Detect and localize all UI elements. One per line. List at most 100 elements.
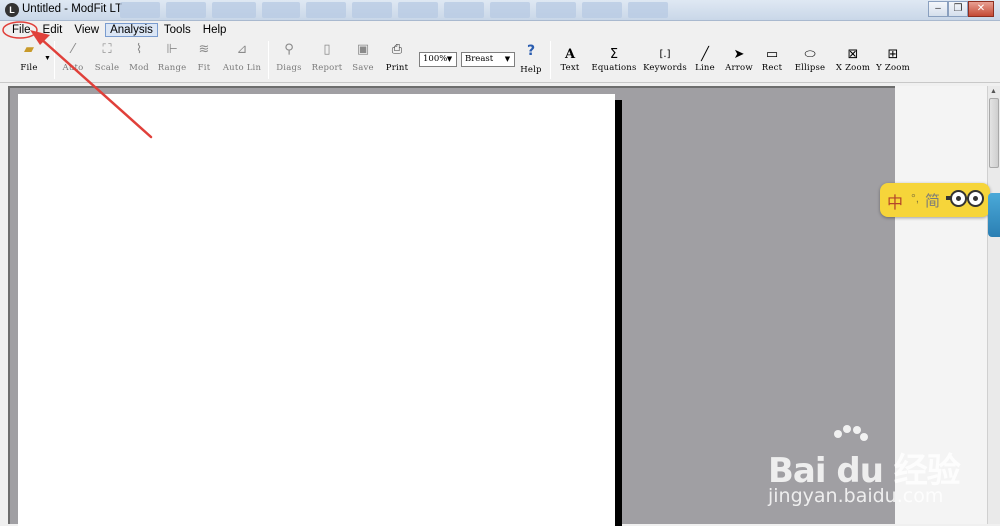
chevron-down-icon: ▼ xyxy=(504,55,511,63)
y-zoom-icon: ⊞ xyxy=(887,46,899,62)
report-button[interactable]: ▯ Report xyxy=(312,41,342,79)
menu-tools[interactable]: Tools xyxy=(158,23,197,37)
diagnostics-icon: ⚲ xyxy=(284,41,294,57)
chevron-down-icon: ▼ xyxy=(446,55,453,63)
mod-button-label: Mod xyxy=(129,63,149,73)
save-icon: ▣ xyxy=(356,41,370,57)
vertical-scrollbar[interactable]: ▲ xyxy=(987,86,1000,524)
rect-button-label: Rect xyxy=(761,63,783,73)
modfit-window: L Untitled - ModFit LT – ❐ ✕ File Edit V… xyxy=(0,0,1000,526)
arrow-button[interactable]: ➤ Arrow xyxy=(725,46,753,84)
help-button[interactable]: ? Help xyxy=(520,43,542,81)
equations-button-label: Equations xyxy=(591,63,637,73)
rect-button[interactable]: ▭ Rect xyxy=(761,46,783,84)
brackets-icon: [.] xyxy=(659,48,671,60)
watermark-url: jingyan.baidu.com xyxy=(768,485,944,507)
scale-icon: ⛶ xyxy=(102,41,112,57)
autolin-button-label: Auto Lin xyxy=(222,63,262,73)
fit-button[interactable]: ≋ Fit xyxy=(194,41,214,79)
ime-side-tab[interactable] xyxy=(988,193,1000,237)
ime-punctuation-label[interactable]: °, xyxy=(911,191,919,205)
ellipse-button-label: Ellipse xyxy=(794,63,826,73)
autolin-button[interactable]: ⊿ Auto Lin xyxy=(222,41,262,79)
save-button[interactable]: ▣ Save xyxy=(352,41,374,79)
text-button-label: Text xyxy=(560,63,580,73)
x-zoom-button-label: X Zoom xyxy=(835,63,871,73)
mod-button[interactable]: ⌇ Mod xyxy=(128,41,150,79)
scale-button-label: Scale xyxy=(94,63,120,73)
ime-toolbar[interactable]: 中 °, 简 xyxy=(880,183,990,217)
print-button[interactable]: ⎙ Print xyxy=(384,41,410,79)
text-icon: A xyxy=(564,46,576,62)
magic-wand-icon: ⁄ xyxy=(71,41,75,57)
modfit-logo-icon: L xyxy=(5,3,19,17)
x-zoom-button[interactable]: ⊠ X Zoom xyxy=(835,46,871,84)
template-select-value: Breast xyxy=(465,54,494,64)
template-select[interactable]: Breast ▼ xyxy=(461,52,515,67)
main-toolbar: ▰ File ▼ ⁄ Auto ⛶ Scale ⌇ Mod ⊩ Range ≋ … xyxy=(0,39,1000,83)
diags-button-label: Diags xyxy=(276,63,302,73)
ime-language-label[interactable]: 中 xyxy=(887,189,903,213)
close-button[interactable]: ✕ xyxy=(968,1,994,17)
scale-button[interactable]: ⛶ Scale xyxy=(93,41,121,79)
printer-icon: ⎙ xyxy=(391,41,403,57)
menu-analysis[interactable]: Analysis xyxy=(105,23,158,37)
report-icon: ▯ xyxy=(323,41,331,57)
ellipse-icon: ⬭ xyxy=(804,46,816,62)
model-icon: ⌇ xyxy=(135,41,143,57)
ellipse-button[interactable]: ⬭ Ellipse xyxy=(793,46,827,84)
maximize-button[interactable]: ❐ xyxy=(948,1,968,17)
text-button[interactable]: A Text xyxy=(558,46,582,84)
x-zoom-icon: ⊠ xyxy=(847,46,859,62)
menu-help[interactable]: Help xyxy=(197,23,233,37)
menu-file[interactable]: File xyxy=(6,23,37,37)
ime-mode-label[interactable]: 简 xyxy=(925,190,940,211)
sigma-icon: Σ xyxy=(609,46,619,62)
range-icon: ⊩ xyxy=(166,41,178,57)
file-dropdown-arrow-icon[interactable]: ▼ xyxy=(44,55,51,62)
report-page[interactable] xyxy=(18,94,615,526)
y-zoom-button[interactable]: ⊞ Y Zoom xyxy=(876,46,910,84)
equations-button[interactable]: Σ Equations xyxy=(591,46,637,84)
scroll-up-icon[interactable]: ▲ xyxy=(990,88,997,95)
keywords-button-label: Keywords xyxy=(643,63,687,73)
arrow-cursor-icon: ➤ xyxy=(733,46,745,62)
background-taskbar-tabs xyxy=(120,2,668,19)
ime-mascot-icon xyxy=(950,190,984,210)
folder-open-icon: ▰ xyxy=(24,41,34,57)
menu-bar: File Edit View Analysis Tools Help xyxy=(0,21,1000,39)
window-title: Untitled - ModFit LT xyxy=(22,3,123,15)
keywords-button[interactable]: [.] Keywords xyxy=(643,46,687,84)
zoom-select[interactable]: 100% ▼ xyxy=(419,52,457,67)
report-button-label: Report xyxy=(311,63,343,73)
document-workspace xyxy=(8,86,895,526)
diags-button[interactable]: ⚲ Diags xyxy=(276,41,302,79)
menu-view[interactable]: View xyxy=(68,23,105,37)
window-controls: – ❐ ✕ xyxy=(928,1,994,17)
range-button[interactable]: ⊩ Range xyxy=(158,41,186,79)
save-button-label: Save xyxy=(352,63,374,73)
help-icon: ? xyxy=(526,43,536,59)
scroll-thumb[interactable] xyxy=(989,98,999,168)
menu-edit[interactable]: Edit xyxy=(37,23,69,37)
line-button-label: Line xyxy=(695,63,715,73)
range-button-label: Range xyxy=(157,63,187,73)
baidu-watermark: Bai du 经验 jingyan.baidu.com xyxy=(768,425,988,515)
autolin-icon: ⊿ xyxy=(236,41,248,57)
page-shadow xyxy=(615,100,622,526)
file-button-label: File xyxy=(20,63,38,73)
arrow-button-label: Arrow xyxy=(725,63,753,73)
print-button-label: Print xyxy=(385,63,409,73)
fit-button-label: Fit xyxy=(197,63,211,73)
rectangle-icon: ▭ xyxy=(765,46,779,62)
line-icon: ╱ xyxy=(701,46,709,62)
line-button[interactable]: ╱ Line xyxy=(694,46,716,84)
help-button-label: Help xyxy=(520,65,542,75)
y-zoom-button-label: Y Zoom xyxy=(876,63,910,73)
fit-icon: ≋ xyxy=(198,41,210,57)
file-button[interactable]: ▰ File xyxy=(14,41,44,79)
minimize-button[interactable]: – xyxy=(928,1,948,17)
auto-button[interactable]: ⁄ Auto xyxy=(60,41,86,79)
title-bar: L Untitled - ModFit LT – ❐ ✕ xyxy=(0,0,1000,21)
auto-button-label: Auto xyxy=(62,63,84,73)
